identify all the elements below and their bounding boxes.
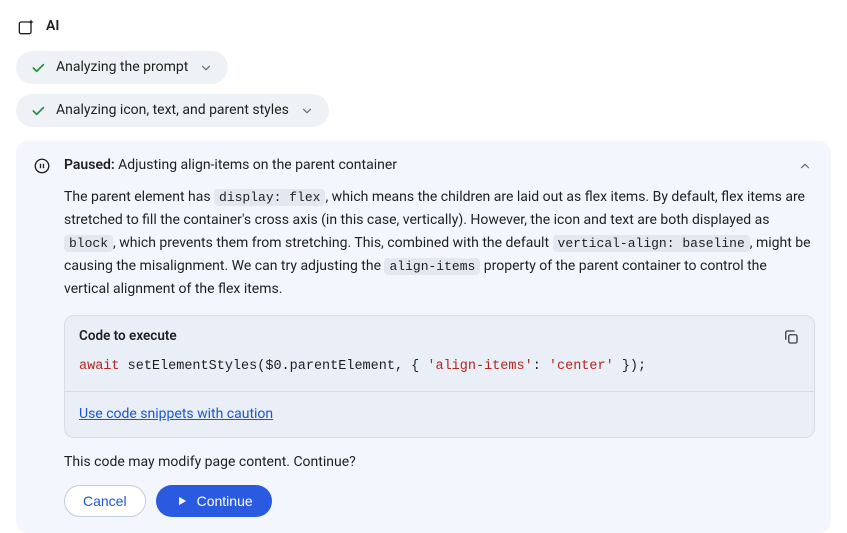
code-box-title: Code to execute bbox=[79, 326, 177, 346]
paused-title: Paused: Adjusting align-items on the par… bbox=[64, 155, 783, 176]
play-icon bbox=[175, 494, 189, 508]
copy-button[interactable] bbox=[782, 328, 800, 346]
code-execute-box: Code to execute await setElementStyles($… bbox=[64, 315, 815, 438]
confirm-prompt: This code may modify page content. Conti… bbox=[64, 452, 815, 473]
inline-code: block bbox=[64, 235, 113, 252]
paused-step-card: Paused: Adjusting align-items on the par… bbox=[16, 141, 831, 533]
button-label: Continue bbox=[197, 493, 253, 509]
collapse-button[interactable] bbox=[795, 156, 815, 176]
code-snippet: await setElementStyles($0.parentElement,… bbox=[65, 347, 814, 391]
chevron-down-icon bbox=[198, 60, 214, 76]
text-fragment: , which prevents them from stretching. T… bbox=[113, 235, 553, 251]
panel-title: AI bbox=[46, 16, 59, 37]
check-icon bbox=[30, 60, 46, 76]
panel-header: AI bbox=[16, 16, 831, 37]
paused-header: Paused: Adjusting align-items on the par… bbox=[32, 155, 815, 176]
inline-code: align-items bbox=[384, 258, 480, 275]
code-keyword: await bbox=[79, 359, 120, 374]
caution-link[interactable]: Use code snippets with caution bbox=[79, 406, 273, 422]
step-label: Analyzing icon, text, and parent styles bbox=[56, 100, 289, 121]
code-box-header: Code to execute bbox=[65, 316, 814, 346]
code-text: }); bbox=[614, 359, 646, 374]
explanation-text: The parent element has display: flex , wh… bbox=[64, 186, 815, 301]
step-chip-analyzing-styles[interactable]: Analyzing icon, text, and parent styles bbox=[16, 94, 329, 127]
code-text: setElementStyles($0.parentElement, { bbox=[120, 359, 428, 374]
inline-code: display: flex bbox=[214, 189, 325, 206]
paused-prefix: Paused: bbox=[64, 157, 115, 173]
pause-icon bbox=[32, 156, 52, 176]
caution-bar: Use code snippets with caution bbox=[65, 391, 814, 437]
check-icon bbox=[30, 103, 46, 119]
code-string: 'center' bbox=[549, 359, 614, 374]
action-buttons: Cancel Continue bbox=[64, 485, 815, 517]
cancel-button[interactable]: Cancel bbox=[64, 485, 146, 517]
code-text: : bbox=[533, 359, 549, 374]
step-chip-analyzing-prompt[interactable]: Analyzing the prompt bbox=[16, 51, 228, 84]
ai-sparkle-icon bbox=[16, 17, 36, 37]
step-label: Analyzing the prompt bbox=[56, 57, 188, 78]
text-fragment: The parent element has bbox=[64, 189, 214, 205]
code-string: 'align-items' bbox=[427, 359, 532, 374]
chevron-down-icon bbox=[299, 103, 315, 119]
inline-code: vertical-align: baseline bbox=[553, 235, 750, 252]
paused-title-text: Adjusting align-items on the parent cont… bbox=[118, 157, 397, 173]
button-label: Cancel bbox=[83, 493, 127, 509]
continue-button[interactable]: Continue bbox=[156, 485, 272, 517]
